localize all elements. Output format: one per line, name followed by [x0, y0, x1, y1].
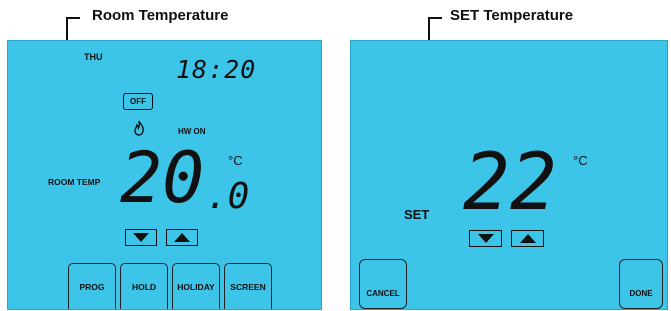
room-temp-decimal: .0	[206, 176, 250, 217]
set-label: SET	[404, 207, 430, 222]
room-temp-label: ROOM TEMP	[48, 177, 101, 187]
prog-button[interactable]: PROG	[68, 263, 116, 309]
done-button[interactable]: DONE	[619, 259, 663, 309]
callout-set-label: SET Temperature	[450, 7, 574, 24]
chevron-up-icon	[174, 233, 190, 242]
room-temp-value: 20	[120, 137, 205, 219]
callout-room-horizontal	[66, 17, 80, 19]
temp-down-button[interactable]	[125, 229, 157, 246]
set-screen: SET 22 °C CANCEL DONE	[350, 40, 668, 310]
set-down-button[interactable]	[469, 230, 502, 247]
chevron-up-icon	[519, 234, 536, 243]
clock-display: 18:20	[176, 55, 257, 84]
temp-up-button[interactable]	[166, 229, 198, 246]
holiday-button[interactable]: HOLIDAY	[172, 263, 220, 309]
room-screen: THU 18:20 OFF HW ON ROOM TEMP 20 .0 °C P…	[7, 40, 322, 310]
chevron-down-icon	[477, 234, 494, 243]
off-button[interactable]: OFF	[123, 93, 153, 110]
callout-set-horizontal	[428, 17, 442, 19]
flame-icon	[133, 120, 145, 136]
chevron-down-icon	[133, 233, 149, 242]
room-temp-unit: °C	[228, 153, 243, 168]
screen-button[interactable]: SCREEN	[224, 263, 272, 309]
set-temp-unit: °C	[573, 153, 588, 168]
hold-button[interactable]: HOLD	[120, 263, 168, 309]
set-temp-value: 22	[463, 138, 557, 228]
set-up-button[interactable]	[511, 230, 544, 247]
callout-room-label: Room Temperature	[92, 7, 229, 24]
day-label: THU	[84, 52, 103, 62]
cancel-button[interactable]: CANCEL	[359, 259, 407, 309]
hw-status: HW ON	[178, 127, 206, 136]
